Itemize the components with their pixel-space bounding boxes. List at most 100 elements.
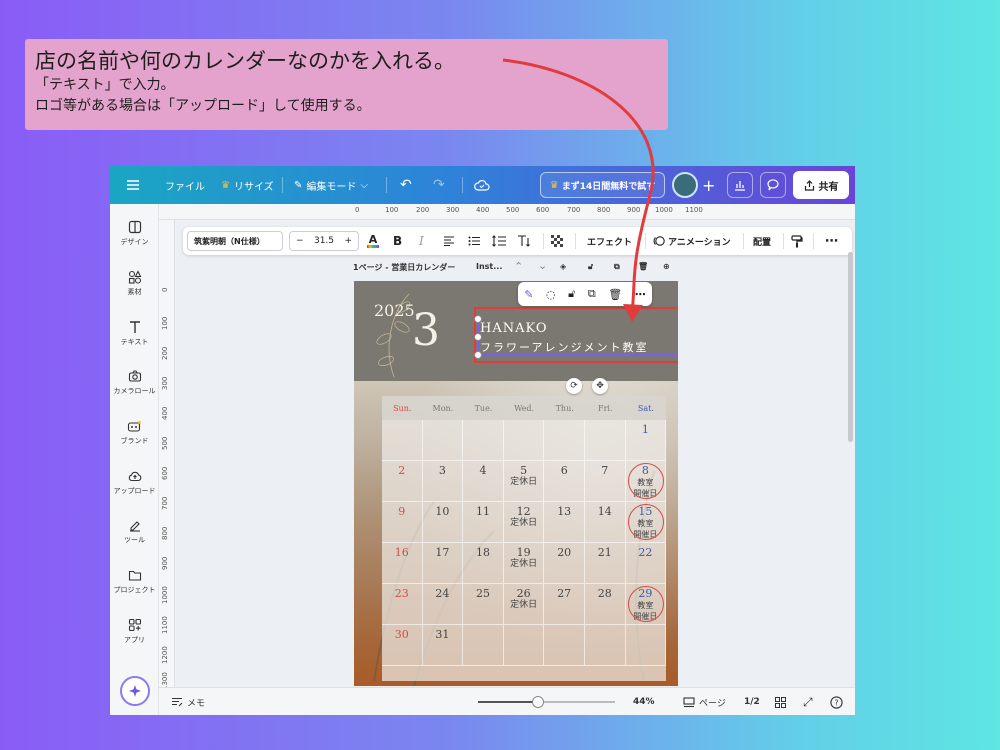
duplicate-icon[interactable]: ⧉ (588, 287, 596, 301)
chevron-up-icon[interactable]: ⌃ (514, 260, 523, 273)
lock-icon[interactable]: 🔓︎ (568, 287, 575, 301)
minus-icon[interactable]: − (296, 236, 304, 246)
duplicate-page-icon[interactable]: ⧉ (614, 262, 620, 272)
zoom-slider[interactable] (478, 696, 615, 708)
insights-icon[interactable] (727, 172, 753, 198)
plus-icon[interactable]: + (344, 236, 352, 246)
crown-icon: ♛ (221, 179, 230, 191)
move-icon[interactable]: ✥ (592, 378, 608, 394)
paint-roller-icon[interactable] (791, 227, 803, 255)
day-number: 28 (597, 587, 612, 600)
align-left-icon[interactable] (443, 227, 455, 255)
resize-handle[interactable] (474, 333, 482, 341)
transparency-icon[interactable] (551, 227, 563, 255)
weekday-header: Wed. (503, 396, 545, 420)
text-color-icon[interactable]: A (367, 227, 379, 255)
calendar-day-cell: 2 (382, 461, 423, 502)
italic-icon[interactable]: I (419, 227, 424, 255)
chevron-down-icon[interactable]: ⌄ (538, 259, 547, 272)
sidebar-item-brand[interactable]: ブランド (110, 419, 159, 446)
day-number: 18 (475, 546, 490, 559)
sidebar-item-tools[interactable]: ツール (110, 518, 159, 545)
day-number: 1 (641, 423, 649, 436)
font-size-stepper[interactable]: − 31.5 + (289, 231, 359, 251)
sidebar-item-elements[interactable]: 素材 (110, 270, 159, 297)
arrange-button[interactable]: 配置 (753, 227, 771, 255)
vertical-scrollbar[interactable] (848, 252, 853, 442)
hide-page-icon[interactable]: ◈ (560, 262, 566, 271)
add-collaborator-icon[interactable]: + (702, 166, 715, 204)
edit-mode-dropdown[interactable]: ✎ 編集モード ⌵ (294, 166, 368, 204)
notes-button[interactable]: メモ (171, 688, 205, 715)
calendar-day-cell: 26 定休日 (503, 584, 545, 625)
zoom-value[interactable]: 44% (633, 688, 655, 715)
sidebar-item-upload[interactable]: アップロード (110, 469, 159, 496)
more-options-icon[interactable]: ⋯ (635, 288, 646, 301)
delete-page-icon[interactable]: 🗑︎ (638, 262, 648, 271)
calendar-day-cell (503, 625, 545, 666)
resize-handle[interactable] (474, 315, 482, 323)
font-family-select[interactable]: 筑紫明朝（N仕様） (187, 231, 283, 251)
resize-button[interactable]: ♛ リサイズ (221, 166, 274, 204)
grid-view-icon[interactable] (775, 688, 786, 715)
magic-assistant-button[interactable] (120, 676, 150, 706)
day-number: 11 (475, 505, 490, 518)
sidebar-item-camera-roll[interactable]: カメラロール (110, 369, 159, 396)
sidebar-item-text[interactable]: テキスト (110, 320, 159, 347)
share-button[interactable]: 共有 (793, 171, 849, 199)
calendar-day-cell (422, 420, 464, 461)
calendar-month[interactable]: 3 (412, 305, 440, 356)
bold-icon[interactable]: B (393, 227, 402, 255)
add-page-icon[interactable]: ⊕ (663, 262, 670, 271)
calendar-day-cell: 21 (585, 543, 626, 584)
sidebar-item-apps[interactable]: アプリ (110, 618, 159, 645)
sidebar-item-label: デザイン (120, 238, 149, 246)
page-counter[interactable]: 1/2 (744, 688, 760, 715)
calendar-day-cell: 8 教室 開催日 (625, 461, 667, 502)
avatar[interactable] (672, 172, 698, 198)
pages-button[interactable]: ページ (683, 688, 726, 715)
fullscreen-icon[interactable]: ⤢ (803, 688, 813, 715)
design-canvas[interactable]: 2025 3 HANAKO フラワーアレンジメント教室 ✎ ◌ 🔓︎ ⧉ 🗑︎ … (354, 281, 678, 686)
sidebar-item-projects[interactable]: プロジェクト (110, 568, 159, 595)
animation-button[interactable]: アニメーション (653, 227, 731, 255)
spacing-icon[interactable] (492, 227, 506, 255)
svg-text:?: ? (834, 698, 838, 707)
ruler-tick: 1000 (161, 586, 169, 604)
ruler-tick: 500 (161, 436, 169, 450)
lock-icon[interactable]: 🔓︎ (588, 262, 593, 272)
left-sidebar: デザイン 素材 テキスト カメラロール ブランド アップロード ツール プロジェ… (110, 204, 159, 715)
cloud-saved-icon[interactable] (474, 166, 490, 204)
bullet-list-icon[interactable] (468, 227, 480, 255)
menu-icon[interactable] (126, 166, 140, 204)
more-options-icon[interactable]: ⋯ (825, 227, 838, 255)
ruler-tick: 0 (161, 287, 169, 292)
weekday-header: Mon. (422, 396, 464, 420)
ruler-tick: 200 (416, 206, 430, 214)
delete-icon[interactable]: 🗑︎ (608, 288, 622, 301)
undo-icon[interactable]: ↶ (400, 166, 412, 204)
comment-add-icon[interactable]: ◌ (546, 288, 556, 301)
resize-handle[interactable] (474, 351, 482, 359)
effects-button[interactable]: エフェクト (587, 227, 632, 255)
magic-edit-icon[interactable]: ✎ (524, 288, 533, 301)
vertical-text-icon[interactable] (517, 227, 531, 255)
free-trial-button[interactable]: ♛ まず14日間無料で試す (540, 172, 665, 198)
day-number: 6 (560, 464, 568, 477)
day-number: 24 (435, 587, 450, 600)
page-title[interactable]: 1ページ - 営業日カレンダー (353, 262, 455, 273)
sparkle-icon (129, 685, 141, 697)
day-note: 定休日 (510, 559, 538, 569)
rotate-icon[interactable]: ⟳ (566, 378, 582, 394)
file-menu[interactable]: ファイル (165, 166, 205, 204)
font-size-value[interactable]: 31.5 (314, 236, 334, 246)
help-icon[interactable]: ? (830, 688, 843, 715)
comment-icon[interactable] (760, 172, 786, 198)
day-number: 21 (597, 546, 612, 559)
calendar-grid: Sun. Mon. Tue. Wed. Thu. Fri. Sat. 1 2 3 4 5 定休日 6 7 8 教… (382, 396, 667, 681)
ruler-tick: 600 (161, 466, 169, 480)
zoom-slider-knob[interactable] (532, 696, 545, 708)
sidebar-item-design[interactable]: デザイン (110, 220, 159, 247)
redo-icon[interactable]: ↷ (433, 166, 445, 204)
calendar-year[interactable]: 2025 (374, 301, 415, 320)
